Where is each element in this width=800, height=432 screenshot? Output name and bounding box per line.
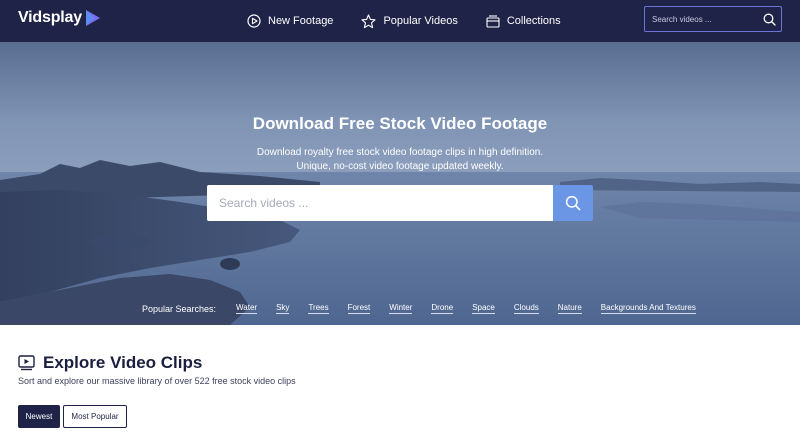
hero-banner: Download Free Stock Video Footage Downlo… <box>0 42 800 325</box>
search-icon <box>763 13 776 26</box>
popular-tag-trees[interactable]: Trees <box>308 303 329 314</box>
logo[interactable]: Vidsplay <box>18 9 102 27</box>
nav-search-button[interactable] <box>757 7 781 31</box>
search-icon <box>565 195 581 211</box>
popular-tag-forest[interactable]: Forest <box>347 303 371 314</box>
nav-search-box <box>644 6 782 32</box>
popular-searches: Popular Searches: Water Sky Trees Forest… <box>142 303 715 314</box>
nav-search-input[interactable] <box>645 14 757 24</box>
hero-subtitle-line: Unique, no-cost video footage updated we… <box>296 161 504 172</box>
play-circle-icon <box>247 14 261 28</box>
logo-play-icon <box>85 10 100 26</box>
video-player-icon <box>18 355 35 371</box>
explore-header: Explore Video Clips <box>18 353 202 373</box>
popular-tag-winter[interactable]: Winter <box>389 303 413 314</box>
nav-link-popular-videos[interactable]: Popular Videos <box>361 13 458 29</box>
popular-tag-space[interactable]: Space <box>472 303 495 314</box>
nav-link-new-footage[interactable]: New Footage <box>247 14 333 28</box>
explore-title: Explore Video Clips <box>43 353 203 372</box>
collections-icon <box>486 14 500 28</box>
popular-tag-clouds[interactable]: Clouds <box>513 303 539 314</box>
sort-newest-button[interactable]: Newest <box>18 405 60 428</box>
hero-search-box <box>207 185 593 221</box>
nav-link-label: Collections <box>506 15 561 27</box>
hero-subtitle-line: Download royalty free stock video footag… <box>256 147 544 158</box>
nav-links: New Footage Popular Videos Collections <box>247 0 589 42</box>
explore-subtitle: Sort and explore our massive library of … <box>18 376 296 386</box>
hero-search-button[interactable] <box>553 185 593 221</box>
popular-searches-label: Popular Searches: <box>142 303 217 314</box>
popular-tag-sky[interactable]: Sky <box>276 303 290 314</box>
hero-background-image <box>0 42 800 325</box>
brand-name: Vidsplay <box>18 9 82 26</box>
popular-tag-backgrounds-and-textures[interactable]: Backgrounds And Textures <box>600 303 696 314</box>
popular-tag-drone[interactable]: Drone <box>431 303 454 314</box>
hero-title: Download Free Stock Video Footage <box>252 114 548 133</box>
top-navbar: Vidsplay New Footage Popular Videos Coll… <box>0 0 800 42</box>
popular-tag-nature[interactable]: Nature <box>557 303 582 314</box>
nav-link-label: Popular Videos <box>383 15 458 27</box>
star-icon <box>361 13 376 28</box>
hero-search-input[interactable] <box>207 185 553 221</box>
popular-tag-water[interactable]: Water <box>236 303 258 314</box>
nav-link-label: New Footage <box>268 15 334 27</box>
nav-link-collections[interactable]: Collections <box>486 14 561 28</box>
sort-most-popular-button[interactable]: Most Popular <box>63 405 127 428</box>
sort-buttons: Newest Most Popular <box>18 405 130 428</box>
hero-subtitle: Download royalty free stock video footag… <box>0 146 800 174</box>
